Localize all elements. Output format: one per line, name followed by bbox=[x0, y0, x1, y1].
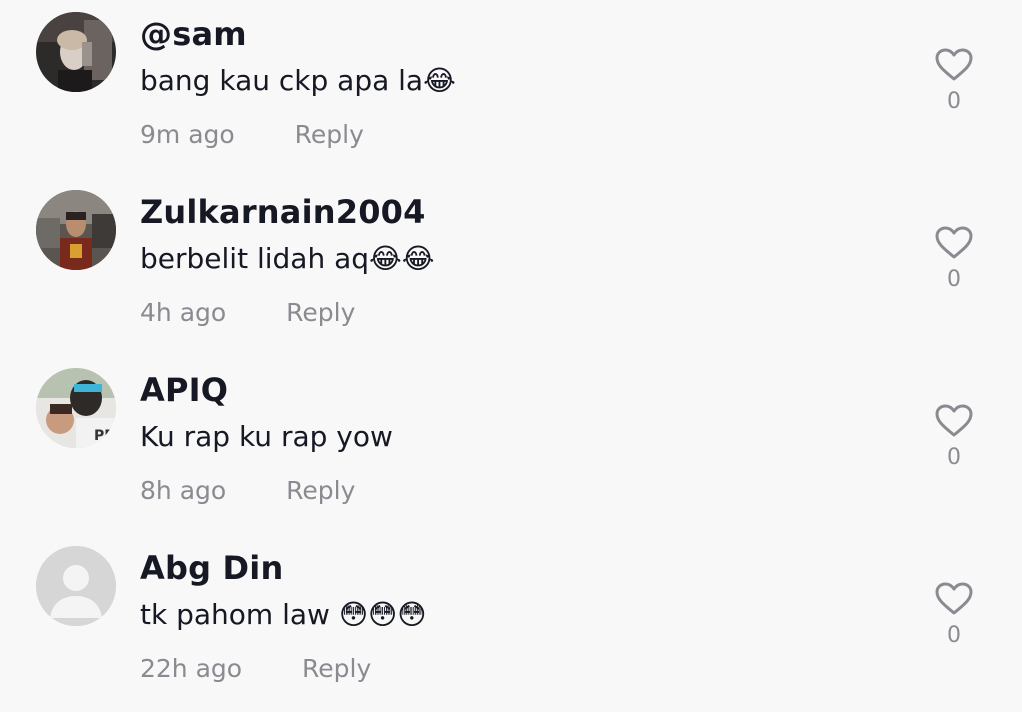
avatar[interactable]: PP bbox=[36, 368, 116, 448]
comment-meta: 4h ago Reply bbox=[140, 296, 355, 330]
like-count: 0 bbox=[947, 267, 961, 292]
avatar-photo: PP bbox=[36, 368, 116, 448]
reply-button[interactable]: Reply bbox=[286, 474, 355, 508]
svg-text:PP: PP bbox=[94, 428, 115, 444]
comment-meta: 22h ago Reply bbox=[140, 652, 371, 686]
like-button[interactable]: 0 bbox=[934, 48, 974, 116]
reply-button[interactable]: Reply bbox=[295, 118, 364, 152]
comment-meta: 8h ago Reply bbox=[140, 474, 355, 508]
comment-username[interactable]: Zulkarnain2004 bbox=[140, 192, 426, 232]
comment-timestamp: 9m ago bbox=[140, 120, 235, 149]
heart-outline-icon[interactable] bbox=[935, 582, 973, 616]
comment-username[interactable]: @sam bbox=[140, 14, 247, 54]
comment-text: bang kau ckp apa la😂 bbox=[140, 64, 456, 97]
comment-username[interactable]: APIQ bbox=[140, 370, 228, 410]
like-button[interactable]: 0 bbox=[934, 582, 974, 650]
like-count: 0 bbox=[947, 89, 961, 114]
avatar[interactable] bbox=[36, 12, 116, 92]
comment-item: PP APIQ Ku rap ku rap yow 8h ago Reply 0 bbox=[0, 356, 1022, 534]
avatar-photo bbox=[36, 12, 116, 92]
heart-outline-icon[interactable] bbox=[935, 226, 973, 260]
comment-list: @sam bang kau ckp apa la😂 9m ago Reply 0 bbox=[0, 0, 1022, 704]
comment-text: Ku rap ku rap yow bbox=[140, 420, 393, 453]
avatar-photo bbox=[36, 190, 116, 270]
comment-meta: 9m ago Reply bbox=[140, 118, 364, 152]
like-count: 0 bbox=[947, 445, 961, 470]
avatar[interactable] bbox=[36, 546, 116, 626]
comment-timestamp: 8h ago bbox=[140, 476, 227, 505]
comment-timestamp: 22h ago bbox=[140, 654, 243, 683]
like-button[interactable]: 0 bbox=[934, 226, 974, 294]
heart-outline-icon[interactable] bbox=[935, 48, 973, 82]
avatar[interactable] bbox=[36, 190, 116, 270]
reply-button[interactable]: Reply bbox=[302, 652, 371, 686]
person-placeholder-icon bbox=[36, 546, 116, 626]
heart-outline-icon[interactable] bbox=[935, 404, 973, 438]
comment-item: Abg Din tk pahom law 😳😳😳 22h ago Reply 0 bbox=[0, 534, 1022, 712]
comment-text: berbelit lidah aq😂😂 bbox=[140, 242, 435, 275]
comment-item: @sam bang kau ckp apa la😂 9m ago Reply 0 bbox=[0, 0, 1022, 178]
comment-timestamp: 4h ago bbox=[140, 298, 227, 327]
reply-button[interactable]: Reply bbox=[286, 296, 355, 330]
comment-username[interactable]: Abg Din bbox=[140, 548, 283, 588]
comment-text: tk pahom law 😳😳😳 bbox=[140, 598, 427, 631]
like-button[interactable]: 0 bbox=[934, 404, 974, 472]
comment-item: Zulkarnain2004 berbelit lidah aq😂😂 4h ag… bbox=[0, 178, 1022, 356]
like-count: 0 bbox=[947, 623, 961, 648]
